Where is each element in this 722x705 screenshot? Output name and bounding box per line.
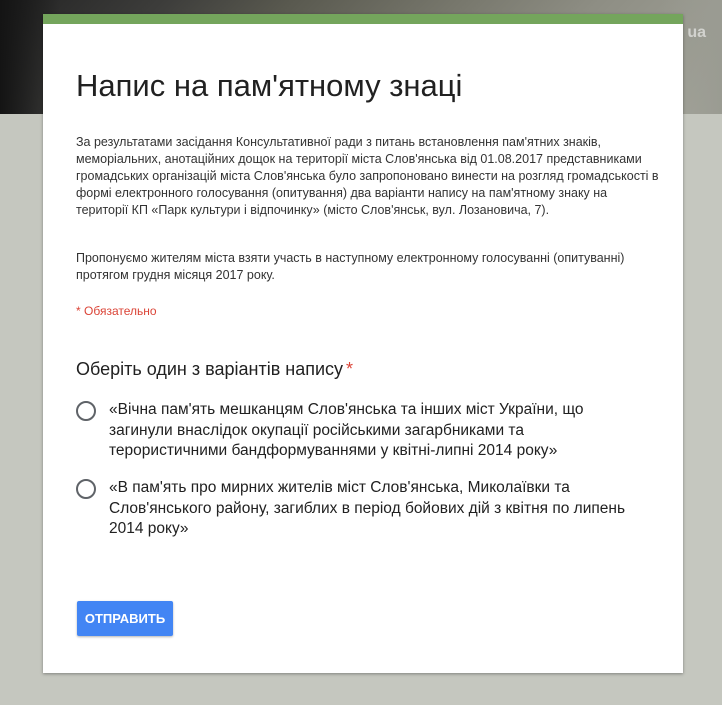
question-title: Оберіть один з варіантів напису * [76, 359, 353, 380]
option-1-label[interactable]: «Вічна пам'ять мешканцям Слов'янська та … [109, 400, 634, 462]
required-asterisk: * [346, 359, 354, 379]
required-note: * Обязательно [76, 304, 157, 318]
submit-button[interactable]: ОТПРАВИТЬ [77, 601, 173, 636]
form-title: Напис на пам'ятному знаці [76, 68, 463, 103]
form-description-paragraph-2: Пропонуємо жителям міста взяти участь в … [76, 251, 625, 282]
radio-button-option-1[interactable] [76, 401, 96, 421]
form-description-paragraph-1: За результатами засідання Консультативно… [76, 135, 659, 217]
radio-button-option-2[interactable] [76, 479, 96, 499]
form-card: Напис на пам'ятному знаці За результатам… [43, 14, 683, 673]
site-watermark: ua [687, 24, 706, 41]
option-2-label[interactable]: «В пам'ять про мирних жителів міст Слов'… [109, 478, 634, 540]
question-label: Оберіть один з варіантів напису [76, 359, 344, 379]
